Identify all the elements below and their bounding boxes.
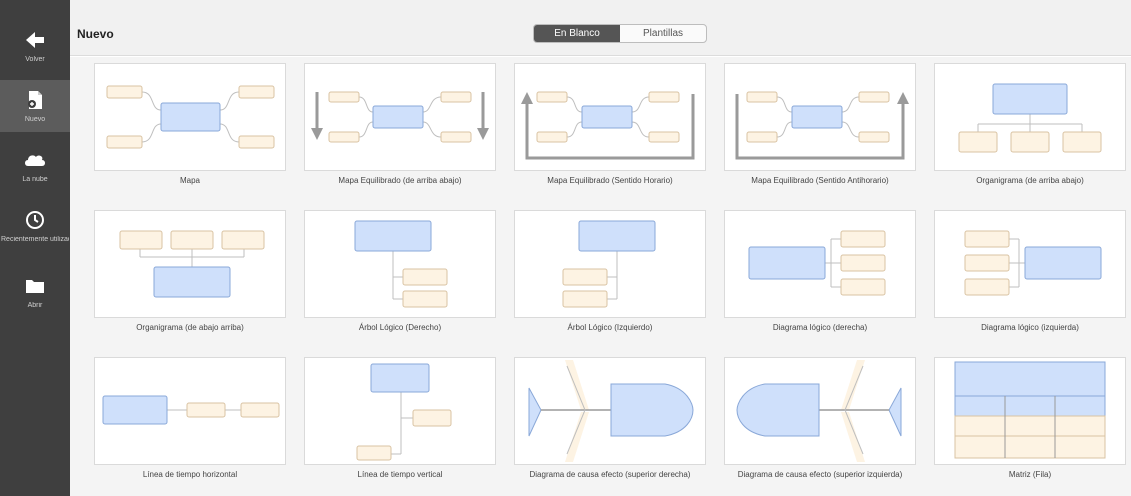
template-card-matrix-row[interactable]: Matriz (Fila) xyxy=(934,357,1126,480)
template-thumbnail xyxy=(304,210,496,318)
header-bar: Nuevo En Blanco Plantillas xyxy=(70,0,1131,56)
template-thumbnail xyxy=(724,357,916,465)
template-card-logic-tree-right[interactable]: Árbol Lógico (Derecho) xyxy=(304,210,496,333)
template-thumbnail xyxy=(94,357,286,465)
template-thumbnail xyxy=(724,63,916,171)
template-label: Árbol Lógico (Izquierdo) xyxy=(567,323,653,332)
cloud-icon xyxy=(25,155,45,166)
template-label: Diagrama lógico (izquierda) xyxy=(981,323,1079,332)
template-thumbnail xyxy=(514,357,706,465)
template-label: Mapa Equilibrado (Sentido Horario) xyxy=(547,176,673,185)
template-label: Organigrama (de arriba abajo) xyxy=(976,176,1084,185)
template-thumbnail xyxy=(514,210,706,318)
clock-icon xyxy=(26,211,44,229)
template-card-org-chart-bottom-up[interactable]: Organigrama (de abajo arriba) xyxy=(94,210,286,333)
template-label: Mapa Equilibrado (de arriba abajo) xyxy=(338,176,462,185)
template-thumbnail xyxy=(934,357,1126,465)
template-label: Diagrama de causa efecto (superior izqui… xyxy=(737,470,903,479)
template-card-balanced-map-top-down[interactable]: Mapa Equilibrado (de arriba abajo) xyxy=(304,63,496,186)
template-thumbnail xyxy=(934,63,1126,171)
template-label: Mapa xyxy=(179,176,200,185)
template-label: Diagrama de causa efecto (superior derec… xyxy=(529,470,691,479)
sidebar-item-new[interactable]: Nuevo xyxy=(0,80,70,132)
template-thumbnail xyxy=(304,357,496,465)
template-card-balanced-map-counterclockwise[interactable]: Mapa Equilibrado (Sentido Antihorario) xyxy=(724,63,916,186)
sidebar-label-open: Abrir xyxy=(27,302,43,309)
template-label: Organigrama (de abajo arriba) xyxy=(136,323,244,332)
sidebar-label-back: Volver xyxy=(25,56,45,63)
sidebar-label-new: Nuevo xyxy=(24,116,46,123)
template-label: Mapa Equilibrado (Sentido Antihorario) xyxy=(751,176,889,185)
template-card-timeline-vertical[interactable]: Línea de tiempo vertical xyxy=(304,357,496,480)
template-grid: Mapa Mapa Equilibrado (de arriba abajo) … xyxy=(70,57,1131,496)
template-card-balanced-map-clockwise[interactable]: Mapa Equilibrado (Sentido Horario) xyxy=(514,63,706,186)
template-label: Árbol Lógico (Derecho) xyxy=(358,323,442,332)
template-thumbnail xyxy=(94,63,286,171)
tab-templates[interactable]: Plantillas xyxy=(620,25,706,42)
mode-toggle: En Blanco Plantillas xyxy=(533,24,707,43)
sidebar-item-back[interactable]: Volver xyxy=(0,20,70,72)
template-thumbnail xyxy=(94,210,286,318)
template-card-fishbone-left[interactable]: Diagrama de causa efecto (superior izqui… xyxy=(724,357,916,480)
template-card-timeline-horizontal[interactable]: Línea de tiempo horizontal xyxy=(94,357,286,480)
template-label: Línea de tiempo vertical xyxy=(357,470,443,479)
new-document-icon xyxy=(28,91,42,109)
template-thumbnail xyxy=(514,63,706,171)
folder-icon xyxy=(26,280,44,293)
template-label: Matriz (Fila) xyxy=(1008,470,1052,479)
sidebar-item-open[interactable]: Abrir xyxy=(0,266,70,318)
sidebar-item-recent[interactable]: Recientemente utilizado xyxy=(0,200,70,252)
app-window: Volver Nuevo La nube Recientemente utili… xyxy=(0,0,1131,496)
template-label: Diagrama lógico (derecha) xyxy=(772,323,868,332)
sidebar-label-recent: Recientemente utilizado xyxy=(1,236,69,243)
template-label: Línea de tiempo horizontal xyxy=(142,470,238,479)
tab-blank[interactable]: En Blanco xyxy=(534,25,620,42)
sidebar-label-cloud: La nube xyxy=(22,176,48,183)
template-thumbnail xyxy=(724,210,916,318)
template-thumbnail xyxy=(304,63,496,171)
page-title: Nuevo xyxy=(77,27,114,41)
back-arrow-icon xyxy=(26,32,44,48)
template-card-logic-chart-left[interactable]: Diagrama lógico (izquierda) xyxy=(934,210,1126,333)
template-card-org-chart-top-down[interactable]: Organigrama (de arriba abajo) xyxy=(934,63,1126,186)
template-thumbnail xyxy=(934,210,1126,318)
template-card-logic-chart-right[interactable]: Diagrama lógico (derecha) xyxy=(724,210,916,333)
sidebar: Volver Nuevo La nube Recientemente utili… xyxy=(0,0,70,496)
template-card-map[interactable]: Mapa xyxy=(94,63,286,186)
template-card-fishbone-right[interactable]: Diagrama de causa efecto (superior derec… xyxy=(514,357,706,480)
template-card-logic-tree-left[interactable]: Árbol Lógico (Izquierdo) xyxy=(514,210,706,333)
sidebar-item-cloud[interactable]: La nube xyxy=(0,140,70,192)
